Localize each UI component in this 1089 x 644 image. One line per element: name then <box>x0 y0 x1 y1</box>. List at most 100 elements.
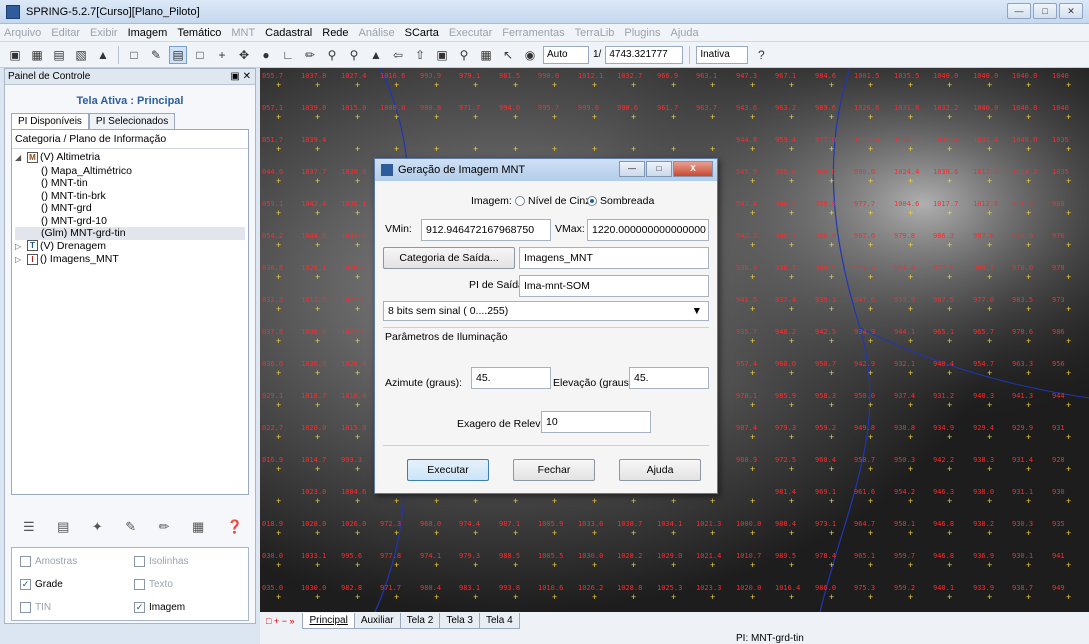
categoria-saida-button[interactable]: Categoria de Saída... <box>383 247 515 269</box>
minimize-button[interactable]: — <box>1007 3 1031 19</box>
tab-pi-selecionados[interactable]: PI Selecionados <box>88 113 176 129</box>
tree-item[interactable]: () MNT-tin-brk <box>15 190 245 203</box>
list-icon[interactable]: ☰ <box>23 519 35 535</box>
close-window-button[interactable]: ✕ <box>1059 3 1083 19</box>
zoom-out-icon[interactable]: ⚲ <box>345 46 363 64</box>
database-icon[interactable]: ▣ <box>6 46 24 64</box>
grid-point-marker: + <box>315 208 321 218</box>
tree-item[interactable]: () MNT-grd-10 <box>15 215 245 228</box>
executar-button[interactable]: Executar <box>407 459 489 481</box>
isolinhas-checkbox[interactable]: Isolinhas <box>134 556 188 567</box>
project-icon[interactable]: ▦ <box>28 46 46 64</box>
fechar-button[interactable]: Fechar <box>513 459 595 481</box>
grid-value: 967.5 <box>933 296 955 304</box>
menu-item-terralib[interactable]: TerraLib <box>575 27 615 39</box>
state-select[interactable]: Inativa <box>696 45 749 64</box>
screen-tab-2[interactable]: Auxiliar <box>353 613 401 629</box>
eraser-icon[interactable]: ▲ <box>94 46 112 64</box>
table-icon[interactable]: ▦ <box>477 46 495 64</box>
tab-nav-icon[interactable]: □ + − » <box>266 616 294 626</box>
grade-checkbox[interactable]: ✓ Grade <box>20 579 63 590</box>
tree-item[interactable]: () MNT-grd <box>15 202 245 215</box>
menu-item-rede[interactable]: Rede <box>322 27 348 39</box>
exagero-input[interactable]: 10 <box>541 411 651 433</box>
screen-tab-5[interactable]: Tela 4 <box>479 613 520 629</box>
tree-item-imagens[interactable]: ▷ I() Imagens_MNT <box>15 253 245 267</box>
brush-icon[interactable]: ✎ <box>147 46 165 64</box>
tin-checkbox[interactable]: TIN <box>20 602 51 613</box>
texto-checkbox[interactable]: Texto <box>134 579 173 590</box>
maximize-button[interactable]: □ <box>1033 3 1057 19</box>
info-icon[interactable]: ● <box>257 46 275 64</box>
properties-icon[interactable]: ▤ <box>57 519 69 535</box>
dialog-maximize-button[interactable]: □ <box>646 161 672 177</box>
pi-saida-input[interactable]: Ima-mnt-SOM <box>519 275 709 297</box>
screen-tab-3[interactable]: Tela 2 <box>399 613 441 629</box>
menu-item-editar[interactable]: Editar <box>51 27 80 39</box>
palette-icon[interactable]: ▣ <box>433 46 451 64</box>
coordinate-icon[interactable]: ◉ <box>521 46 539 64</box>
menu-item-arquivo[interactable]: Arquivo <box>4 27 41 39</box>
menu-item-plugins[interactable]: Plugins <box>624 27 660 39</box>
edit-icon[interactable]: ✎ <box>125 519 136 535</box>
forward-icon[interactable]: ⇧ <box>411 46 429 64</box>
help-icon[interactable]: ? <box>752 46 770 64</box>
menu-item-imagem[interactable]: Imagem <box>128 27 168 39</box>
grid-icon[interactable]: ▧ <box>72 46 90 64</box>
draw-icon[interactable]: ▤ <box>169 45 187 64</box>
tab-pi-disponiveis[interactable]: PI Disponíveis <box>11 113 89 129</box>
help-panel-icon[interactable]: ❓ <box>227 519 243 535</box>
tree-item-altimetria[interactable]: ◢ M (V) Altimetria <box>15 151 245 165</box>
zoom-in-icon[interactable]: + <box>213 46 231 64</box>
menu-item-análise[interactable]: Análise <box>359 27 395 39</box>
scale-input[interactable]: 4743.321777 <box>605 45 684 64</box>
zoom-mode-select[interactable]: Auto <box>543 45 589 64</box>
menu-item-cadastral[interactable]: Cadastral <box>265 27 312 39</box>
grid-point-marker: + <box>394 528 400 538</box>
tree-item-selected[interactable]: (Glm) MNT-grd-tin <box>15 227 245 240</box>
window-icon[interactable]: □ <box>125 46 143 64</box>
screen-tab-4[interactable]: Tela 3 <box>439 613 480 629</box>
menu-item-mnt[interactable]: MNT <box>231 27 255 39</box>
menu-item-exibir[interactable]: Exibir <box>90 27 118 39</box>
menu-item-executar[interactable]: Executar <box>449 27 492 39</box>
grid-value: 976.9 <box>1012 232 1034 240</box>
measure-icon[interactable]: ∟ <box>279 46 297 64</box>
screen-tab-1[interactable]: Principal <box>302 613 355 629</box>
grid-value: 978.0 <box>1012 264 1034 272</box>
vmin-input[interactable]: 912.946472167968750 <box>421 219 551 241</box>
tree-item-drenagem[interactable]: ▷ T (V) Drenagem <box>15 240 245 254</box>
grid-point-marker: + <box>473 80 479 90</box>
tree-item[interactable]: () Mapa_Altimétrico <box>15 165 245 178</box>
dialog-minimize-button[interactable]: — <box>619 161 645 177</box>
back-icon[interactable]: ⇦ <box>389 46 407 64</box>
layers-icon[interactable]: ▤ <box>50 46 68 64</box>
ajuda-button[interactable]: Ajuda <box>619 459 701 481</box>
amostras-checkbox[interactable]: Amostras <box>20 556 77 567</box>
tools-icon[interactable]: ✦ <box>92 519 103 535</box>
vmax-input[interactable]: 1220.000000000000000 <box>587 219 709 241</box>
panel-close-icon[interactable]: ▣ ✕ <box>230 71 251 82</box>
menu-item-ajuda[interactable]: Ajuda <box>670 27 698 39</box>
pan-icon[interactable]: ✥ <box>235 46 253 64</box>
grid-view-icon[interactable]: ▦ <box>192 519 204 535</box>
menu-item-scarta[interactable]: SCarta <box>405 27 439 39</box>
radio-sombreada[interactable]: Sombreada <box>587 195 654 207</box>
zoom-icon[interactable]: ⚲ <box>323 46 341 64</box>
menu-item-ferramentas[interactable]: Ferramentas <box>502 27 564 39</box>
radio-nivel-cinza[interactable]: Nível de Cinza <box>515 195 596 207</box>
elevacao-input[interactable]: 45. <box>629 367 709 389</box>
zoom-menu-icon[interactable]: ⚲ <box>455 46 473 64</box>
azimute-input[interactable]: 45. <box>471 367 551 389</box>
pencil-icon[interactable]: ✏ <box>301 46 319 64</box>
select-box-icon[interactable]: □ <box>191 46 209 64</box>
grid-point-marker: + <box>315 176 321 186</box>
pencil-tool-icon[interactable]: ✏ <box>159 519 170 535</box>
dialog-close-button[interactable]: X <box>673 161 713 177</box>
zoom-window-icon[interactable]: ▲ <box>367 46 385 64</box>
tree-item[interactable]: () MNT-tin <box>15 177 245 190</box>
bits-select[interactable]: 8 bits sem sinal ( 0....255) ▼ <box>383 301 709 321</box>
menu-item-temático[interactable]: Temático <box>177 27 221 39</box>
imagem-checkbox[interactable]: ✓ Imagem <box>134 602 185 613</box>
cursor-icon[interactable]: ↖ <box>499 46 517 64</box>
